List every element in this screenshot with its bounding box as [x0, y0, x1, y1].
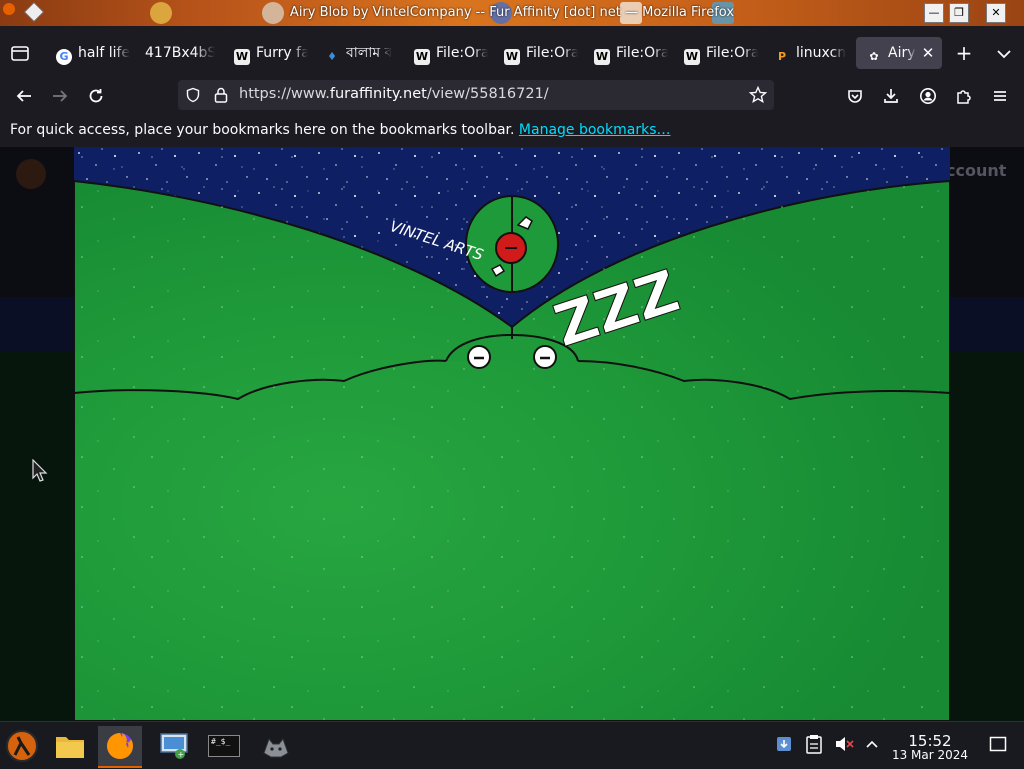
- hamburger-menu-icon: [994, 91, 1006, 101]
- tab-label: Airy: [888, 45, 916, 61]
- tab-furry-fandom[interactable]: W Furry fa: [224, 37, 310, 69]
- tab-half-life[interactable]: Ghalf life: [46, 37, 132, 69]
- maximize-button[interactable]: ❐: [949, 3, 969, 23]
- firefox-view-button[interactable]: [8, 41, 32, 65]
- arrow-right-icon: [53, 90, 68, 102]
- tray-volume[interactable]: [834, 734, 854, 754]
- pin-icon: P: [777, 50, 787, 63]
- google-icon: G: [56, 49, 72, 65]
- clock-date[interactable]: 13 Mar 2024: [880, 748, 980, 762]
- bookmarks-toolbar: For quick access, place your bookmarks h…: [0, 116, 1024, 144]
- tab-label: File:Ora: [526, 45, 578, 61]
- folder-icon: [56, 737, 84, 758]
- wolf-app-icon: [263, 737, 289, 758]
- flame-icon: ♦: [327, 50, 337, 63]
- tab-label: Furry fa: [256, 45, 308, 61]
- tab-417bx4bs[interactable]: 417Bx4bS: [136, 37, 222, 69]
- close-tab-icon[interactable]: ✕: [920, 37, 936, 69]
- tab-label: বালাম ব: [346, 45, 393, 61]
- taskbar-terminal[interactable]: #_$_: [202, 726, 246, 766]
- tray-expand[interactable]: [862, 734, 882, 754]
- taskbar-file-manager[interactable]: [48, 726, 92, 766]
- list-all-tabs-button[interactable]: [992, 42, 1016, 66]
- page-content: ccount ZZZ VINTEL ARTS: [0, 147, 1024, 721]
- taskbar-firefox[interactable]: [98, 726, 142, 768]
- wikipedia-icon: W: [594, 49, 610, 65]
- pocket-icon: [848, 90, 862, 103]
- tab-label: File:Ora: [616, 45, 668, 61]
- tab-file-orange-1[interactable]: W File:Ora: [404, 37, 492, 69]
- app-menu-button[interactable]: [988, 84, 1012, 108]
- new-tab-button[interactable]: +: [951, 42, 977, 66]
- reload-icon: [89, 89, 103, 103]
- minimize-button[interactable]: —: [924, 3, 944, 23]
- tab-file-orange-3[interactable]: W File:Ora: [584, 37, 672, 69]
- taskbar-remote-desktop[interactable]: +: [152, 726, 196, 766]
- back-button[interactable]: [12, 84, 36, 108]
- url-path: /view/55816721/: [426, 86, 549, 102]
- window-title: Airy Blob by VintelCompany -- Fur Affini…: [289, 5, 735, 20]
- url-text[interactable]: https://www.furaffinity.net/view/5581672…: [239, 86, 549, 102]
- account-link[interactable]: ccount: [946, 161, 1006, 180]
- url-prefix: https://www.: [239, 86, 330, 102]
- clipboard-icon: [806, 735, 822, 754]
- tracking-shield-icon[interactable]: [185, 87, 201, 103]
- mouse-cursor-icon: [32, 459, 48, 482]
- show-desktop-icon: [989, 736, 1007, 752]
- puzzle-icon: [957, 90, 971, 104]
- updates-icon: [777, 737, 791, 751]
- tray-clipboard[interactable]: [804, 734, 824, 754]
- tab-airy-blob[interactable]: ✿ Airy ✕: [856, 37, 942, 69]
- tab-label: File:Ora: [706, 45, 758, 61]
- chevron-up-icon: [866, 740, 878, 748]
- bookmarks-message: For quick access, place your bookmarks h…: [10, 122, 515, 138]
- half-life-launcher-icon: [6, 730, 38, 762]
- window-title-bar[interactable]: Airy Blob by VintelCompany -- Fur Affini…: [0, 0, 1024, 26]
- url-domain: furaffinity.net: [329, 86, 427, 102]
- tray-updates[interactable]: [774, 734, 794, 754]
- chevron-down-icon: [997, 50, 1011, 59]
- firefox-view-icon: [11, 46, 29, 61]
- forward-button[interactable]: [48, 84, 72, 108]
- account-icon: [920, 88, 936, 104]
- wikipedia-icon: W: [234, 49, 250, 65]
- tab-label: File:Ora: [436, 45, 488, 61]
- taskbar: + #_$_ 15:52 13 Mar 2024: [0, 721, 1024, 769]
- pocket-button[interactable]: [843, 84, 867, 108]
- remote-desktop-icon: +: [160, 733, 188, 759]
- application-launcher[interactable]: [0, 726, 44, 766]
- download-icon: [884, 89, 898, 103]
- tab-label: linuxcn: [796, 45, 847, 61]
- arrow-left-icon: [16, 90, 31, 102]
- volume-muted-icon: [836, 737, 854, 751]
- wikipedia-icon: W: [684, 49, 700, 65]
- taskbar-wolf-app[interactable]: [254, 726, 298, 766]
- downloads-button[interactable]: [879, 84, 903, 108]
- lock-icon[interactable]: [213, 86, 229, 104]
- wikipedia-icon: W: [504, 49, 520, 65]
- terminal-icon: #_$_: [208, 735, 240, 757]
- tab-file-orange-2[interactable]: W File:Ora: [494, 37, 582, 69]
- reload-button[interactable]: [84, 84, 108, 108]
- tab-file-orange-4[interactable]: W File:Ora: [674, 37, 762, 69]
- tab-label: 417Bx4bS: [145, 45, 215, 61]
- manage-bookmarks-link[interactable]: Manage bookmarks…: [519, 122, 671, 138]
- firefox-icon: [107, 733, 133, 759]
- tab-linuxcn[interactable]: Plinuxcn: [764, 37, 852, 69]
- furaffinity-logo[interactable]: [16, 159, 46, 189]
- tab-bengali-page[interactable]: ♦ বালাম ব: [314, 37, 404, 69]
- star-bookmark-icon[interactable]: [749, 86, 767, 104]
- account-button[interactable]: [916, 84, 940, 108]
- bookmarks-hint: For quick access, place your bookmarks h…: [10, 116, 670, 144]
- svg-text:+: +: [178, 750, 185, 759]
- wikipedia-icon: W: [414, 49, 430, 65]
- tab-strip: Ghalf life 417Bx4bS W Furry fa ♦ বালাম ব W…: [0, 33, 1024, 73]
- url-bar[interactable]: https://www.furaffinity.net/view/5581672…: [178, 80, 774, 110]
- paw-icon: ✿: [869, 50, 879, 63]
- artwork-image[interactable]: ZZZ VINTEL ARTS: [74, 147, 950, 721]
- close-window-button[interactable]: ✕: [986, 3, 1006, 23]
- tab-label: half life: [78, 45, 130, 61]
- extensions-button[interactable]: [952, 84, 976, 108]
- show-desktop-button[interactable]: [988, 734, 1008, 754]
